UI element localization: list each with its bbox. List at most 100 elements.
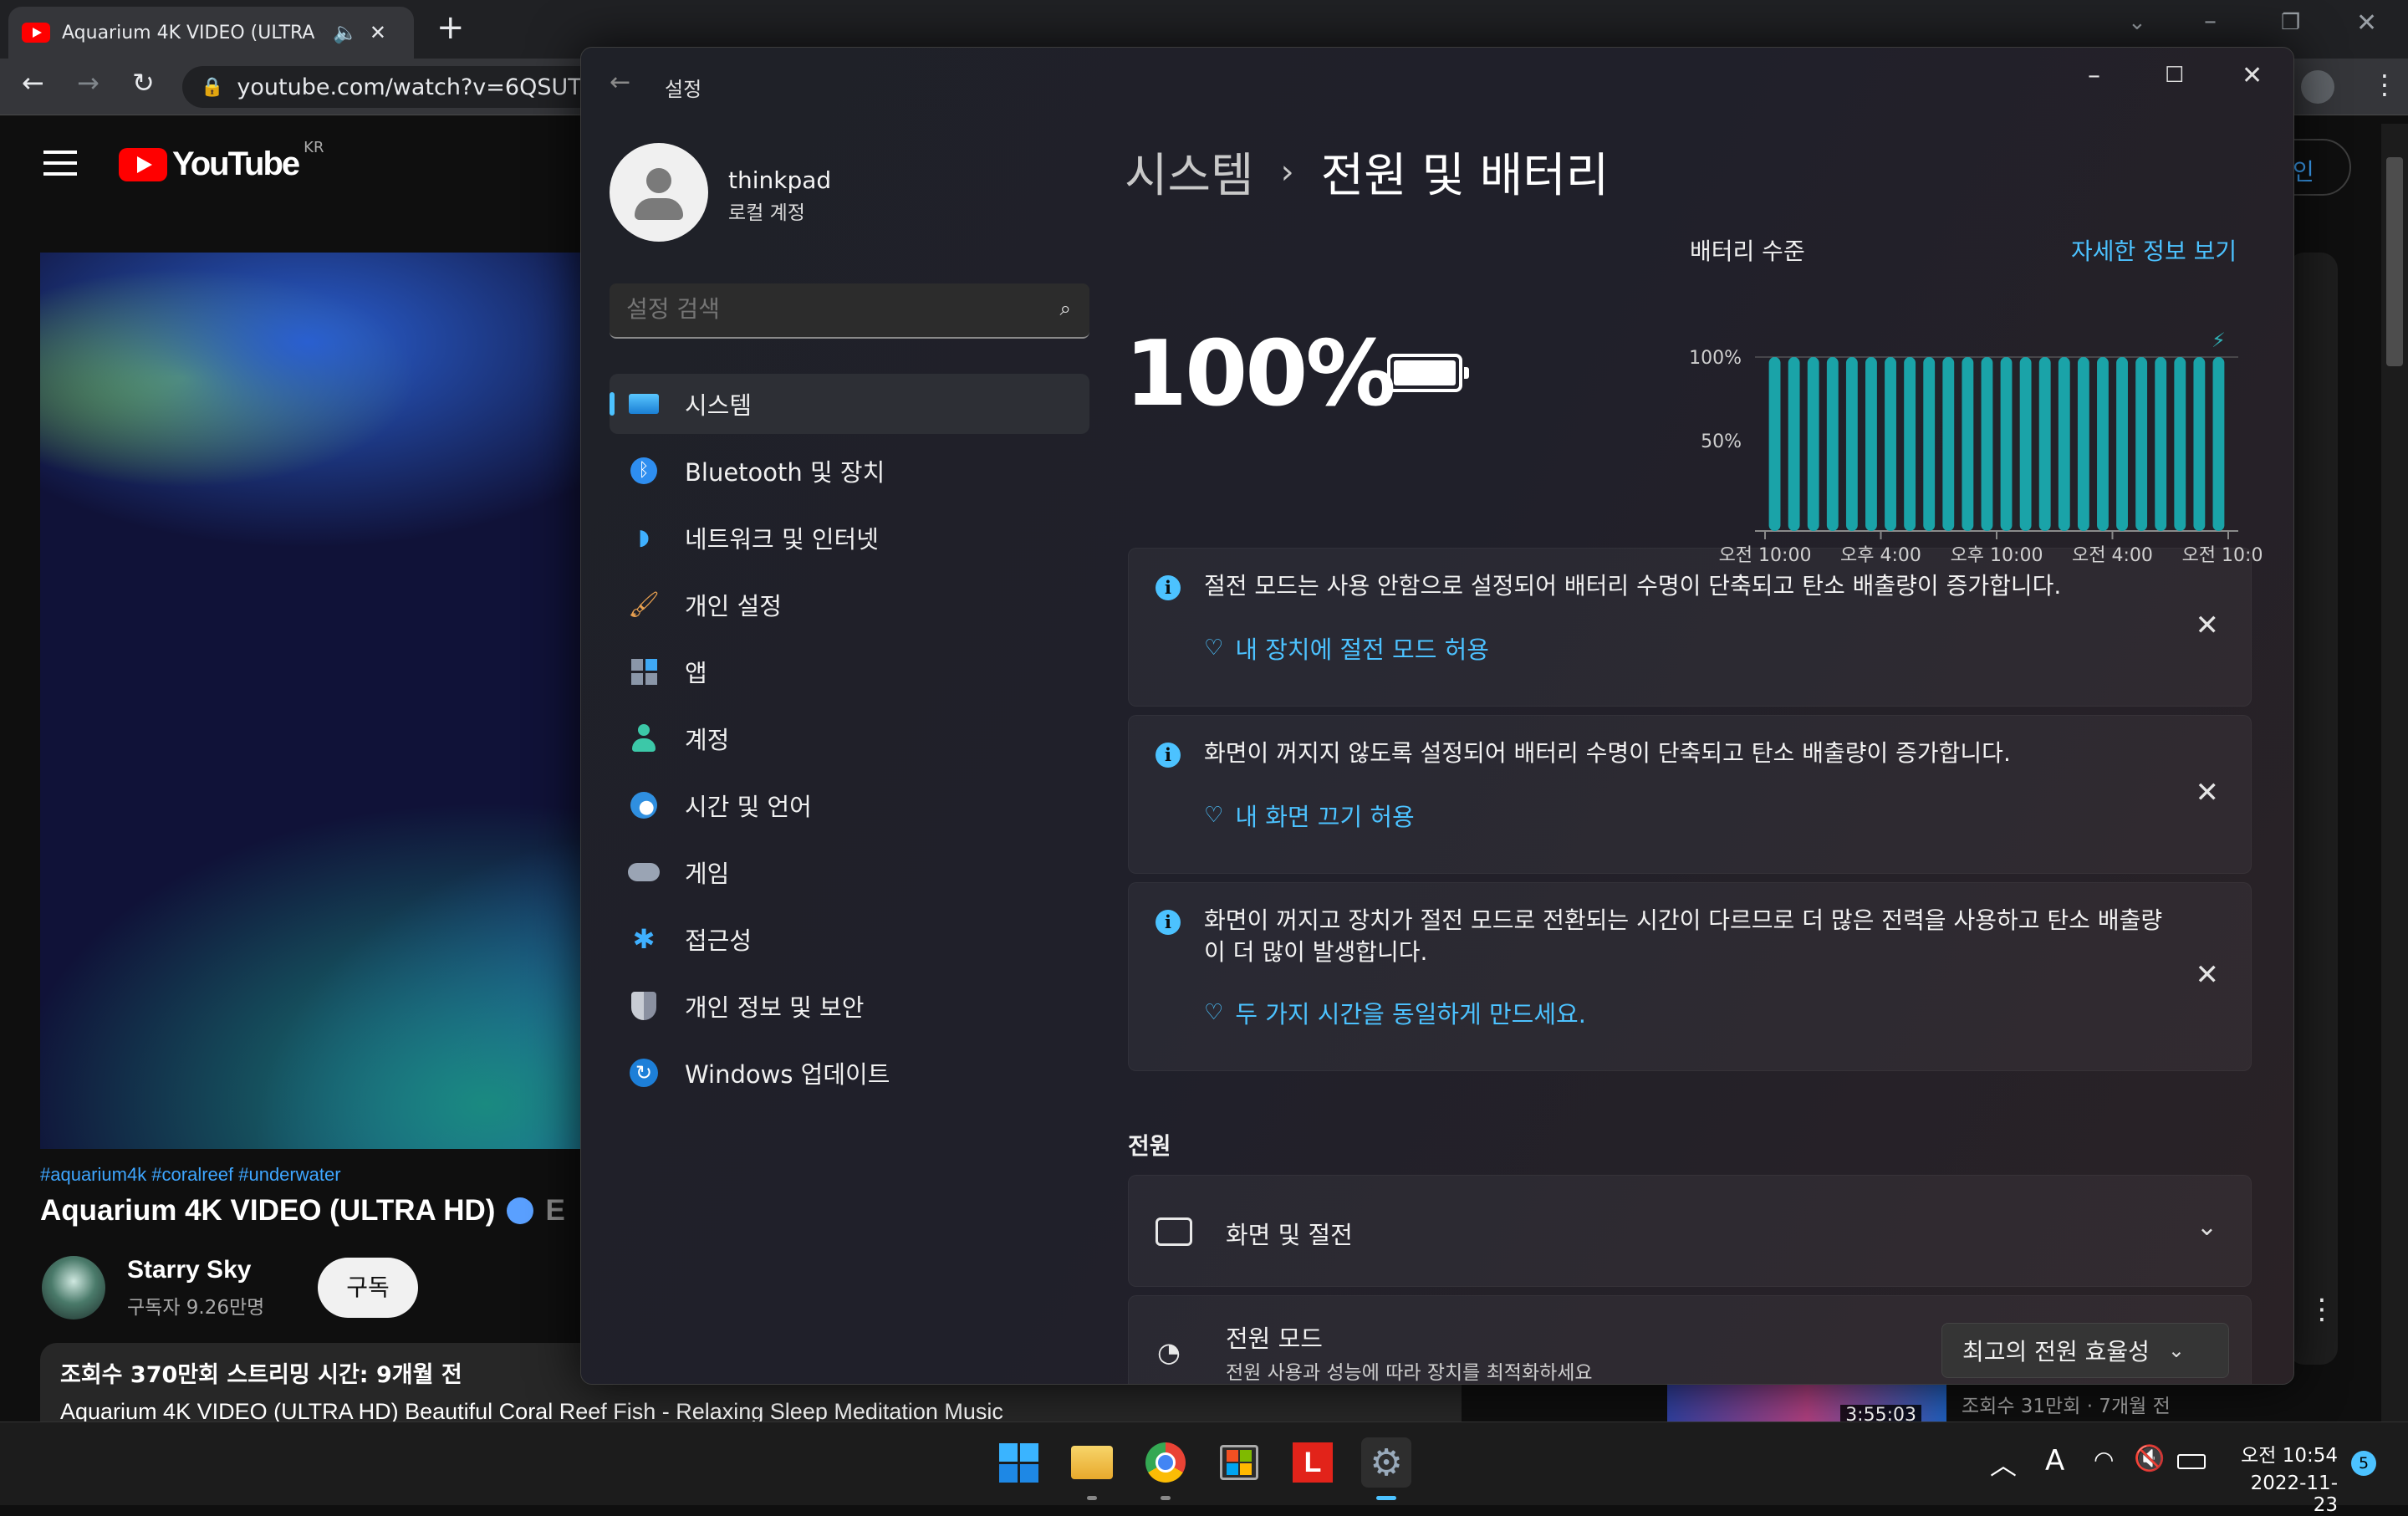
notice-card-sleep: i 절전 모드는 사용 안함으로 설정되어 배터리 수명이 단축되고 탄소 배출…	[1128, 548, 2252, 707]
sidebar-item-bluetooth[interactable]: ᛒ Bluetooth 및 장치	[610, 441, 1089, 501]
notice-link-screen[interactable]: ♡ 내 화면 끄기 허용	[1204, 798, 1415, 833]
channel-avatar[interactable]	[42, 1256, 105, 1319]
browser-restore-icon[interactable]: ❐	[2281, 10, 2300, 35]
sidebar-item-personalization[interactable]: 🖌 개인 설정	[610, 574, 1089, 635]
profile-avatar-icon[interactable]	[2301, 70, 2334, 104]
browser-close-icon[interactable]: ✕	[2356, 8, 2377, 38]
volume-muted-icon[interactable]: 🔇	[2134, 1444, 2165, 1473]
hamburger-menu-icon[interactable]	[43, 151, 77, 176]
sidebar-item-label: 앱	[685, 659, 707, 687]
battery-tray-icon[interactable]	[2177, 1454, 2206, 1469]
battery-bar[interactable]	[2019, 357, 2032, 531]
maximize-icon[interactable]: ☐	[2165, 63, 2184, 88]
hashtags[interactable]: #aquarium4k #coralreef #underwater	[40, 1164, 341, 1186]
clock[interactable]: 오전 10:54 2022-11-23	[2229, 1439, 2338, 1516]
lenovo-app-button[interactable]: L	[1288, 1437, 1338, 1488]
more-options-icon[interactable]: ⋮	[2308, 1293, 2336, 1326]
store-button[interactable]	[1214, 1437, 1264, 1488]
accessibility-icon: ✱	[632, 923, 656, 955]
power-mode-dropdown[interactable]: 최고의 전원 효율성 ⌄	[1941, 1323, 2229, 1378]
settings-taskbar-button[interactable]: ⚙	[1361, 1437, 1411, 1488]
browser-minimize-icon[interactable]: –	[2204, 7, 2217, 36]
battery-bar[interactable]	[2193, 357, 2206, 531]
screen-sleep-row[interactable]: 화면 및 절전 ⌄	[1128, 1175, 2252, 1287]
start-button[interactable]	[993, 1437, 1043, 1488]
battery-bar[interactable]	[1923, 357, 1936, 531]
battery-bar[interactable]	[2000, 357, 2013, 531]
subscribe-button[interactable]: 구독	[318, 1258, 418, 1318]
battery-bar[interactable]	[1768, 357, 1781, 531]
battery-percentage: 100%	[1125, 322, 1396, 426]
battery-bar[interactable]	[2212, 357, 2225, 531]
wifi-tray-icon[interactable]: ◠	[2094, 1446, 2114, 1473]
battery-bar[interactable]	[2058, 357, 2070, 531]
battery-bar[interactable]	[1942, 357, 1955, 531]
browser-tab[interactable]: Aquarium 4K VIDEO (ULTRA 🔈 ✕	[8, 7, 414, 59]
ime-indicator[interactable]: A	[2045, 1444, 2064, 1478]
battery-bar[interactable]	[1885, 357, 1896, 531]
battery-bar[interactable]	[1962, 357, 1974, 531]
new-tab-icon[interactable]: +	[436, 8, 465, 47]
battery-bar[interactable]	[2155, 357, 2167, 531]
video-duration: 3:55:03	[1840, 1405, 1921, 1422]
speaker-icon[interactable]: 🔈	[333, 21, 358, 44]
settings-back-icon[interactable]: ←	[610, 68, 630, 97]
page-scrollbar[interactable]	[2381, 124, 2408, 1422]
user-avatar[interactable]	[610, 143, 708, 242]
battery-bar[interactable]	[2038, 357, 2051, 531]
battery-bar[interactable]	[1845, 357, 1858, 531]
battery-bar[interactable]	[1826, 357, 1839, 531]
sidebar-item-accessibility[interactable]: ✱ 접근성	[610, 909, 1089, 969]
breadcrumb-parent[interactable]: 시스템	[1125, 138, 1254, 206]
related-video-thumbnail[interactable]: 3:55:03	[1667, 1383, 1946, 1422]
tray-overflow-icon[interactable]: ︿	[1990, 1444, 2017, 1483]
battery-bar[interactable]	[2077, 357, 2089, 531]
battery-bar[interactable]	[1788, 357, 1800, 531]
reload-icon[interactable]: ↻	[132, 67, 155, 99]
sidebar-item-system[interactable]: 시스템	[610, 374, 1089, 434]
sidebar-item-accounts[interactable]: 계정	[610, 708, 1089, 768]
related-video-meta: 조회수 31만회 · 7개월 전	[1962, 1396, 2171, 1417]
browser-menu-icon[interactable]: ⋮	[2371, 69, 2398, 100]
battery-bar[interactable]	[2097, 357, 2109, 531]
battery-bar[interactable]	[1807, 357, 1819, 531]
tab-close-icon[interactable]: ✕	[370, 21, 386, 44]
sidebar-item-apps[interactable]: 앱	[610, 641, 1089, 702]
battery-bar[interactable]	[1981, 357, 1993, 531]
battery-bar[interactable]	[1865, 357, 1877, 531]
battery-bar[interactable]	[2116, 357, 2128, 531]
sidebar-item-network[interactable]: ◗ 네트워크 및 인터넷	[610, 508, 1089, 568]
chrome-button[interactable]	[1140, 1437, 1191, 1488]
back-arrow-icon[interactable]: ←	[22, 67, 44, 99]
forward-arrow-icon[interactable]: →	[77, 67, 99, 99]
tab-search-icon[interactable]: ⌄	[2128, 10, 2146, 35]
sidebar-item-windows-update[interactable]: ↻ Windows 업데이트	[610, 1043, 1089, 1103]
settings-search-box[interactable]: ⌕	[610, 283, 1089, 339]
battery-level-label: 배터리 수준	[1690, 237, 1805, 265]
info-icon: i	[1156, 743, 1181, 768]
channel-name[interactable]: Starry Sky	[127, 1256, 251, 1284]
settings-search-input[interactable]	[626, 295, 1028, 323]
taskbar: L ⚙ ︿ A ◠ 🔇 오전 10:54 2022-11-23 5	[0, 1422, 2408, 1516]
battery-bar[interactable]	[2174, 357, 2186, 531]
youtube-logo[interactable]: YouTube KR	[119, 139, 324, 183]
sidebar-item-gaming[interactable]: 게임	[610, 842, 1089, 902]
youtube-logo-text: YouTube	[172, 145, 300, 182]
sidebar-item-privacy[interactable]: 개인 정보 및 보안	[610, 976, 1089, 1036]
battery-bar[interactable]	[2135, 357, 2148, 531]
file-explorer-button[interactable]	[1067, 1437, 1117, 1488]
dismiss-icon[interactable]: ✕	[2196, 958, 2220, 992]
details-link[interactable]: 자세한 정보 보기	[2071, 233, 2237, 267]
close-icon[interactable]: ✕	[2242, 61, 2263, 90]
url-text: youtube.com/watch?v=6QSUTjsh	[237, 74, 615, 100]
notice-link-sleep[interactable]: ♡ 내 장치에 절전 모드 허용	[1204, 630, 1489, 666]
dismiss-icon[interactable]: ✕	[2196, 776, 2220, 809]
power-mode-description: 전원 사용과 성능에 따라 장치를 최적화하세요	[1226, 1362, 1593, 1384]
tab-title: Aquarium 4K VIDEO (ULTRA	[62, 22, 315, 43]
notification-badge[interactable]: 5	[2351, 1451, 2376, 1476]
notice-link-times[interactable]: ♡ 두 가지 시간을 동일하게 만드세요.	[1204, 995, 1586, 1030]
sidebar-item-time-language[interactable]: 시간 및 언어	[610, 775, 1089, 835]
minimize-icon[interactable]: –	[2088, 61, 2100, 90]
battery-bar[interactable]	[1904, 357, 1916, 531]
dismiss-icon[interactable]: ✕	[2196, 609, 2220, 642]
